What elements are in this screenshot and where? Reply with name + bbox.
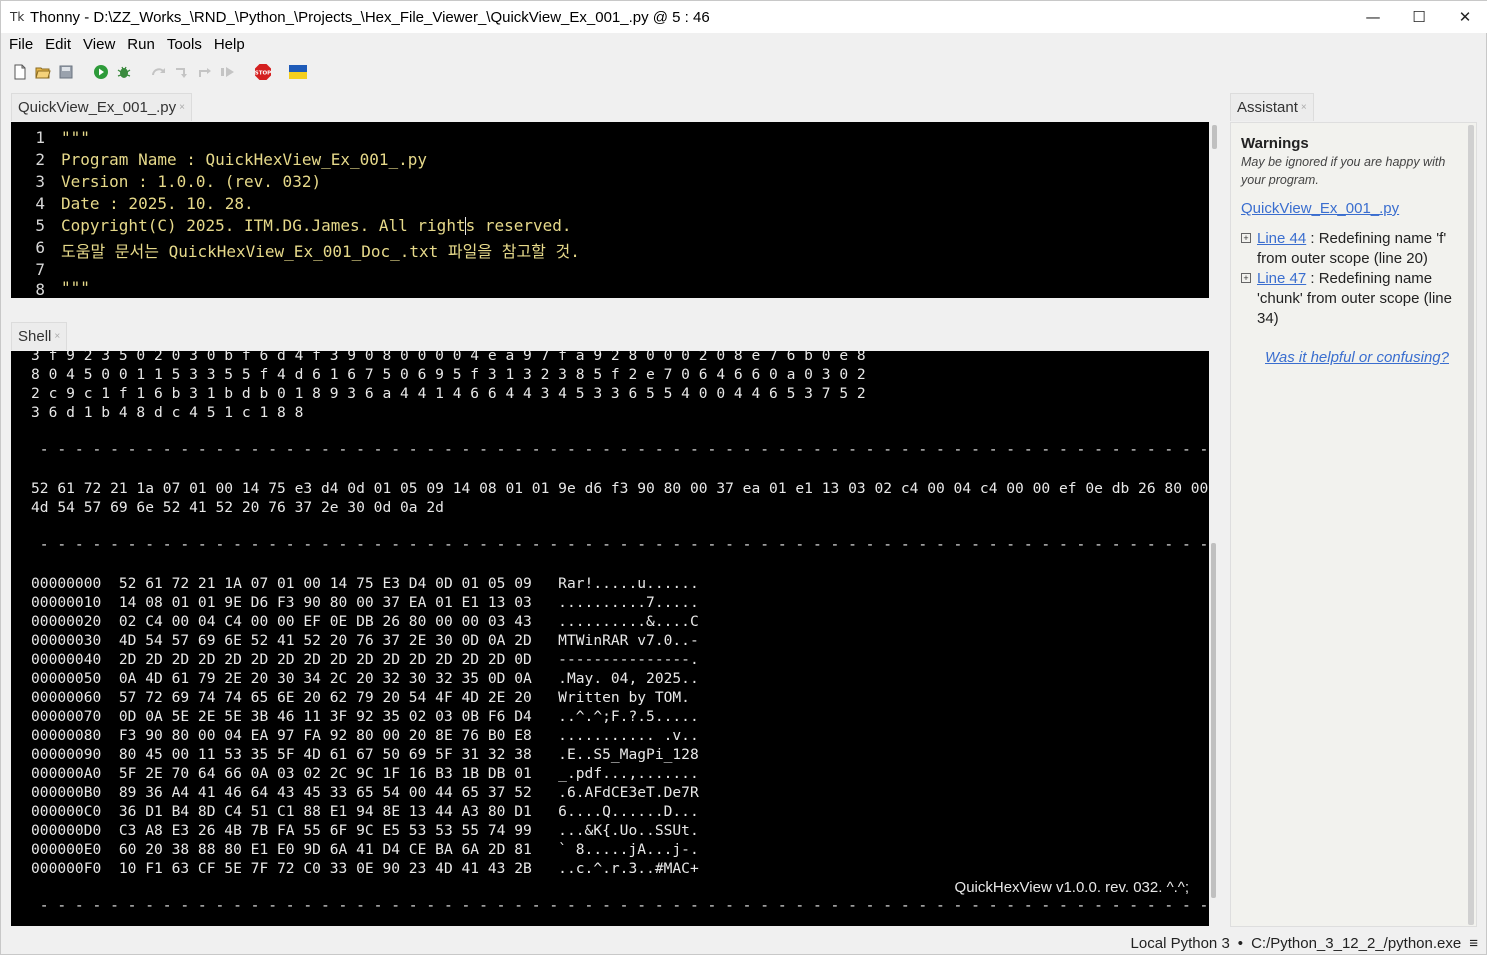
tab-editor-file-label: QuickView_Ex_001_.py — [18, 99, 177, 116]
line-number: 2 — [35, 150, 45, 169]
hex-dump-row: 00000040 2D 2D 2D 2D 2D 2D 2D 2D 2D 2D 2… — [31, 651, 699, 668]
line-number: 1 — [35, 128, 45, 147]
expand-icon[interactable]: + — [1241, 233, 1251, 243]
step-over-icon[interactable] — [150, 63, 168, 81]
text-cursor — [465, 217, 466, 235]
shell-console[interactable]: 3 f 9 2 3 5 0 2 0 3 0 b f 6 d 4 f 3 9 0 … — [11, 351, 1209, 926]
hex-dump-row: 00000010 14 08 01 01 9E D6 F3 90 80 00 3… — [31, 594, 699, 611]
maximize-button[interactable]: ☐ — [1396, 1, 1442, 33]
shell-line: 2 c 9 c 1 f 1 6 b 3 1 b d b 0 1 8 9 3 6 … — [31, 385, 866, 402]
warnings-heading: Warnings — [1241, 135, 1309, 152]
code-line: """ — [61, 278, 90, 297]
line-number: 5 — [35, 216, 45, 235]
line-number: 4 — [35, 194, 45, 213]
hex-dump-row: 00000050 0A 4D 61 79 2E 20 30 34 2C 20 3… — [31, 670, 699, 687]
toolbar: STOP — [1, 59, 1487, 85]
shell-line: 3 f 9 2 3 5 0 2 0 3 0 b f 6 d 4 f 3 9 0 … — [31, 351, 866, 364]
code-editor[interactable]: 1 2 3 4 5 6 7 8 """ Program Name : Quick… — [11, 122, 1209, 298]
stop-icon[interactable]: STOP — [254, 63, 272, 81]
svg-text:STOP: STOP — [255, 71, 271, 77]
code-line: Version : 1.0.0. (rev. 032) — [61, 172, 322, 191]
shell-line: 8 0 4 5 0 0 1 1 5 3 3 5 5 f 4 d 6 1 6 7 … — [31, 366, 866, 383]
hex-dump-row: 000000B0 89 36 A4 41 46 64 43 45 33 65 5… — [31, 784, 699, 801]
code-line: """ — [61, 128, 90, 147]
assistant-panel: Warnings May be ignored if you are happy… — [1230, 122, 1477, 927]
title-bar: Tk Thonny - D:\ZZ_Works_\RND_\Python_\Pr… — [1, 1, 1487, 33]
shell-separator: - - - - - - - - - - - - - - - - - - - - … — [39, 897, 1209, 914]
shell-line: 52 61 72 21 1a 07 01 00 14 75 e3 d4 0d 0… — [31, 480, 1209, 497]
thonny-app-icon: Tk — [10, 10, 25, 24]
file-link[interactable]: QuickView_Ex_001_.py — [1241, 200, 1399, 217]
code-line: Date : 2025. 10. 28. — [61, 194, 254, 213]
hex-dump-row: 000000D0 C3 A8 E3 26 4B 7B FA 55 6F 9C E… — [31, 822, 699, 839]
interpreter-label[interactable]: Local Python 3 — [1131, 935, 1230, 952]
hex-dump-row: 00000030 4D 54 57 69 6E 52 41 52 20 76 3… — [31, 632, 699, 649]
hamburger-menu-icon[interactable]: ≡ — [1469, 935, 1478, 952]
tab-shell-label: Shell — [18, 328, 52, 345]
feedback-link[interactable]: Was it helpful or confusing? — [1265, 349, 1449, 366]
menu-view[interactable]: View — [79, 36, 119, 53]
tab-close-icon[interactable]: × — [54, 331, 60, 342]
status-bar: Local Python 3 • C:/Python_3_12_2_/pytho… — [1, 931, 1487, 955]
window-title: Thonny - D:\ZZ_Works_\RND_\Python_\Proje… — [30, 8, 710, 26]
menu-bar: File Edit View Run Tools Help — [1, 33, 1487, 55]
hex-dump-row: 00000090 80 45 00 11 53 35 5F 4D 61 67 5… — [31, 746, 699, 763]
menu-tools[interactable]: Tools — [163, 36, 206, 53]
step-into-icon[interactable] — [173, 63, 191, 81]
menu-edit[interactable]: Edit — [41, 36, 75, 53]
hex-dump-row: 00000020 02 C4 00 04 C4 00 00 EF 0E DB 2… — [31, 613, 699, 630]
hex-dump-row: 000000C0 36 D1 B4 8D C4 51 C1 88 E1 94 8… — [31, 803, 699, 820]
tab-shell[interactable]: Shell × — [11, 322, 68, 350]
run-icon[interactable] — [92, 63, 110, 81]
open-folder-icon[interactable] — [34, 63, 52, 81]
interpreter-path[interactable]: C:/Python_3_12_2_/python.exe — [1251, 935, 1461, 952]
hex-dump-row: 000000A0 5F 2E 70 64 66 0A 03 02 2C 9C 1… — [31, 765, 699, 782]
new-file-icon[interactable] — [11, 63, 29, 81]
window-controls: — ☐ ✕ — [1350, 1, 1487, 33]
debug-icon[interactable] — [115, 63, 133, 81]
expand-icon[interactable]: + — [1241, 273, 1251, 283]
code-line: Copyright(C) 2025. ITM.DG.James. All rig… — [61, 216, 572, 235]
hex-dump-row: 00000000 52 61 72 21 1A 07 01 00 14 75 E… — [31, 575, 699, 592]
code-line: 도움말 문서는 QuickHexView_Ex_001_Doc_.txt 파일을… — [61, 242, 580, 261]
line-number-gutter: 1 2 3 4 5 6 7 8 — [11, 122, 55, 298]
close-button[interactable]: ✕ — [1442, 1, 1487, 33]
tab-editor-file[interactable]: QuickView_Ex_001_.py × — [11, 93, 192, 121]
shell-line: 4d 54 57 69 6e 52 41 52 20 76 37 2e 30 0… — [31, 499, 444, 516]
tab-close-icon[interactable]: × — [179, 102, 185, 113]
code-line: Program Name : QuickHexView_Ex_001_.py — [61, 150, 428, 169]
tab-assistant[interactable]: Assistant × — [1230, 93, 1314, 121]
shell-separator: - - - - - - - - - - - - - - - - - - - - … — [39, 536, 1209, 553]
shell-scrollbar-thumb[interactable] — [1211, 543, 1216, 898]
line-number: 8 — [35, 280, 45, 298]
line-number: 6 — [35, 238, 45, 257]
minimize-button[interactable]: — — [1350, 1, 1396, 33]
warnings-subheading: May be ignored if you are happy with you… — [1241, 155, 1446, 187]
hex-dump-row: 00000060 57 72 69 74 74 65 6E 20 62 79 2… — [31, 689, 699, 706]
line-number: 3 — [35, 172, 45, 191]
line-number: 7 — [35, 260, 45, 279]
hex-dump-row: 000000F0 10 F1 63 CF 5E 7F 72 C0 33 0E 9… — [31, 860, 699, 877]
menu-help[interactable]: Help — [210, 36, 249, 53]
warning-line-link[interactable]: Line 47 — [1257, 270, 1306, 287]
menu-file[interactable]: File — [5, 36, 37, 53]
ukraine-flag-icon[interactable] — [289, 63, 307, 81]
shell-line: 3 6 d 1 b 4 8 d c 4 5 1 c 1 8 8 — [31, 404, 304, 421]
menu-run[interactable]: Run — [123, 36, 159, 53]
thonny-window: Tk Thonny - D:\ZZ_Works_\RND_\Python_\Pr… — [0, 0, 1487, 955]
step-out-icon[interactable] — [196, 63, 214, 81]
hex-dump-row: 00000070 0D 0A 5E 2E 5E 3B 46 11 3F 92 3… — [31, 708, 699, 725]
tab-assistant-label: Assistant — [1237, 99, 1298, 116]
warning-line-link[interactable]: Line 44 — [1257, 230, 1306, 247]
tab-close-icon[interactable]: × — [1301, 102, 1307, 113]
hex-dump-row: 000000E0 60 20 38 88 80 E1 E0 9D 6A 41 D… — [31, 841, 699, 858]
hex-dump-row: 00000080 F3 90 80 00 04 EA 97 FA 92 80 0… — [31, 727, 699, 744]
resume-icon[interactable] — [219, 63, 237, 81]
status-separator: • — [1237, 934, 1244, 952]
program-signature: QuickHexView v1.0.0. rev. 032. ^.^; — [954, 879, 1189, 896]
editor-scrollbar-thumb[interactable] — [1212, 125, 1217, 149]
shell-separator: - - - - - - - - - - - - - - - - - - - - … — [39, 441, 1209, 458]
save-icon[interactable] — [57, 63, 75, 81]
assistant-scrollbar[interactable] — [1468, 125, 1474, 925]
